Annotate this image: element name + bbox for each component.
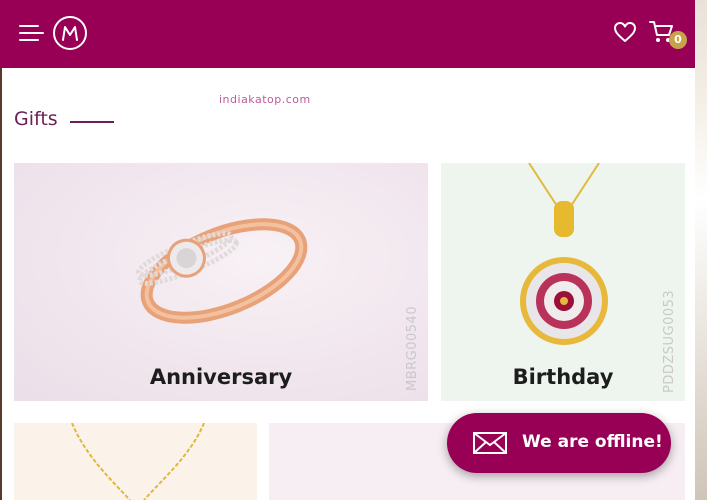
site-header: 0 <box>0 0 695 68</box>
sku-birthday: PDDZSUG0053 <box>662 289 677 393</box>
cart-count-badge: 0 <box>669 31 687 49</box>
heart-icon[interactable] <box>613 21 637 43</box>
page-edge-right <box>695 0 707 500</box>
section-title: Gifts <box>14 108 58 130</box>
gift-card-anniversary[interactable]: Anniversary MBRG00540 <box>14 163 428 401</box>
sku-anniversary: MBRG00540 <box>405 305 420 391</box>
chain-image <box>71 423 205 500</box>
mail-icon <box>473 432 507 454</box>
brand-logo-icon[interactable] <box>53 16 87 50</box>
watermark-text: indiakatop.com <box>219 93 311 106</box>
menu-icon[interactable] <box>19 23 44 43</box>
card-label-birthday: Birthday <box>512 365 614 389</box>
page-edge-left <box>0 68 2 500</box>
title-underline <box>70 121 114 123</box>
gift-card-birthday[interactable]: Birthday PDDZSUG0053 <box>441 163 685 401</box>
chat-widget-button[interactable]: We are offline! <box>447 413 671 473</box>
chat-status-label: We are offline! <box>522 432 663 452</box>
gift-card-necklace[interactable] <box>14 423 257 500</box>
card-label-anniversary: Anniversary <box>149 365 293 389</box>
